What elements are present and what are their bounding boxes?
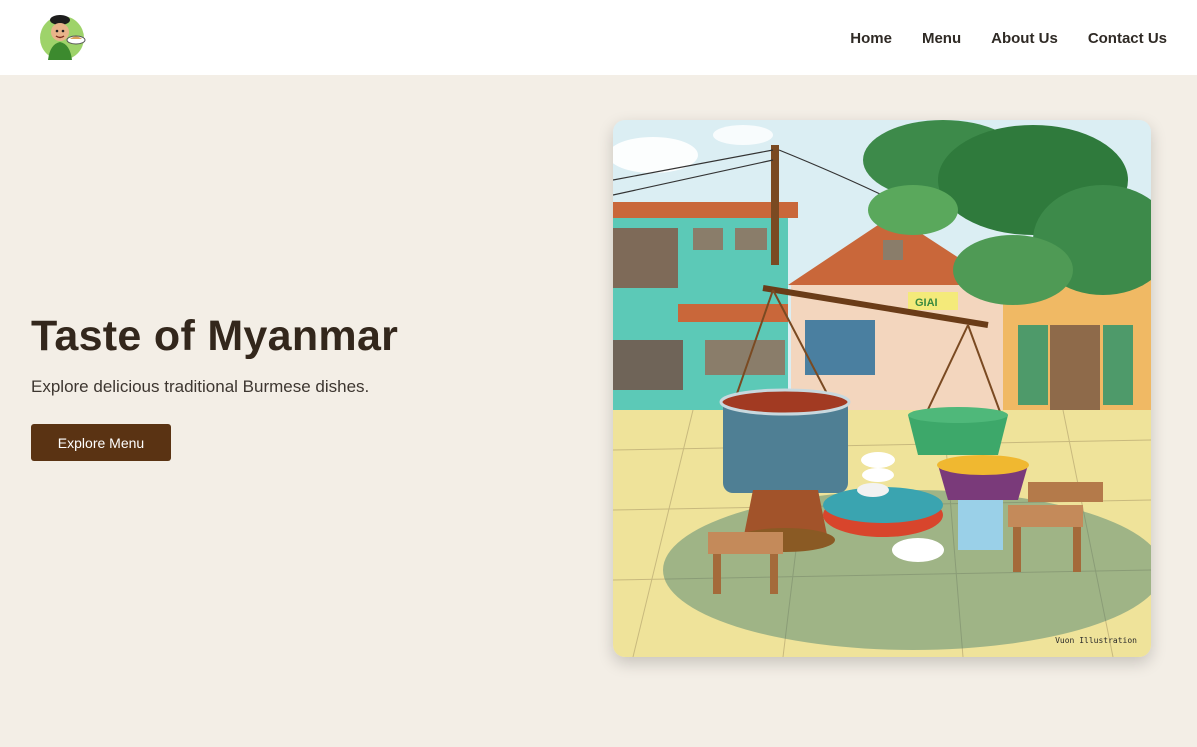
street-food-illustration: GIAI Vuon Illustration	[613, 120, 1151, 657]
hero-subtitle: Explore delicious traditional Burmese di…	[31, 377, 370, 396]
nav-home[interactable]: Home	[850, 30, 892, 47]
chef-mascot-icon[interactable]	[36, 12, 88, 62]
illustration-credit: Vuon Illustration	[1055, 636, 1137, 645]
hero-title: Taste of Myanmar	[31, 312, 399, 360]
site-header: Home Menu About Us Contact Us	[0, 0, 1197, 75]
nav-about-us[interactable]: About Us	[991, 30, 1058, 47]
explore-menu-button[interactable]: Explore Menu	[31, 424, 171, 461]
nav-contact-us[interactable]: Contact Us	[1088, 30, 1167, 47]
main-nav: Home Menu About Us Contact Us	[850, 27, 1167, 49]
shop-sign-text: GIAI	[915, 297, 938, 309]
nav-menu[interactable]: Menu	[922, 30, 961, 47]
